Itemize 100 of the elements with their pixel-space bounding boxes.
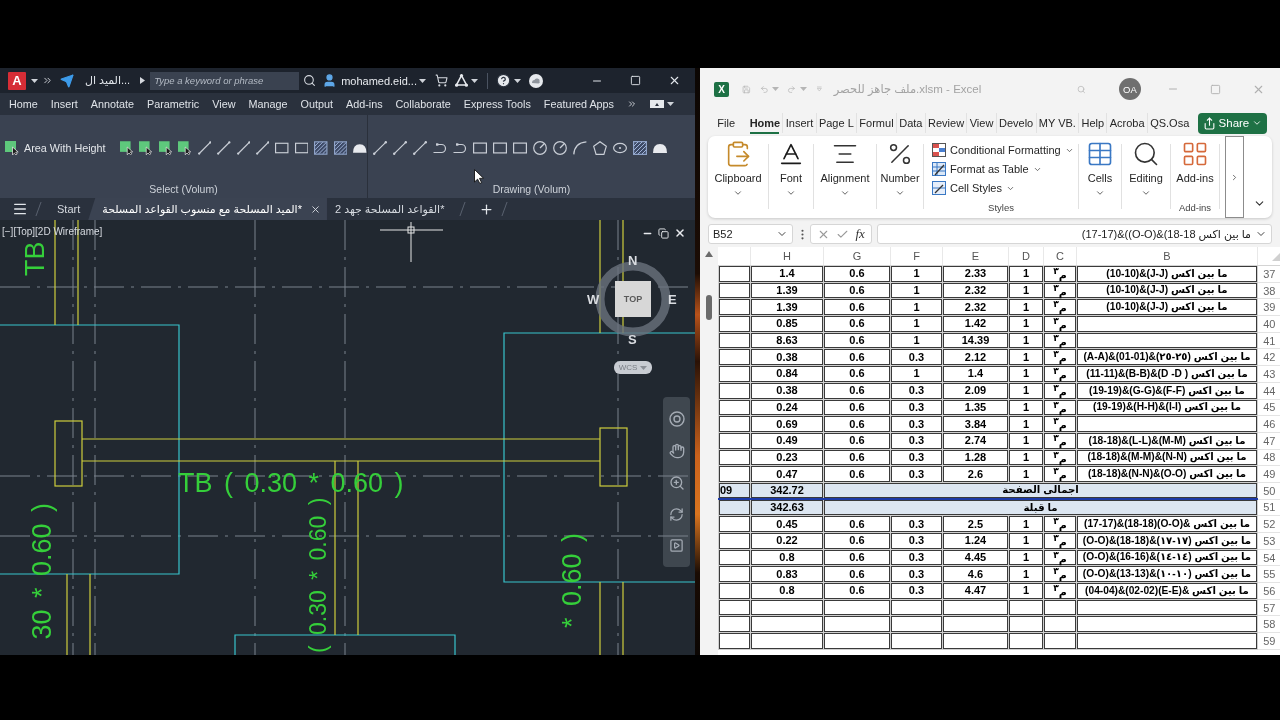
- ribbon-tab[interactable]: Output: [300, 98, 333, 110]
- line-icon[interactable]: [413, 140, 427, 155]
- ribbon-tab[interactable]: Develo: [995, 113, 1036, 133]
- square-cursor-icon[interactable]: [119, 140, 134, 155]
- ribbon-tab[interactable]: Featured Apps: [543, 98, 614, 110]
- double-chevron-icon[interactable]: [627, 99, 637, 109]
- square-cursor-icon[interactable]: [5, 140, 19, 155]
- ribbon-tab[interactable]: Add-ins: [345, 98, 383, 110]
- pan-icon[interactable]: [668, 443, 685, 459]
- viewcube-face[interactable]: TOP: [615, 281, 651, 317]
- caret-icon[interactable]: [418, 78, 426, 83]
- scrollbar-thumb[interactable]: [706, 295, 712, 320]
- circle-icon[interactable]: [533, 140, 547, 155]
- compass-letter[interactable]: E: [668, 293, 677, 306]
- line-icon[interactable]: [197, 140, 212, 155]
- add-ins-button[interactable]: Add-ins: [1171, 140, 1219, 184]
- zoom-icon[interactable]: [668, 475, 685, 491]
- ribbon-tab[interactable]: File: [715, 113, 738, 133]
- rectangle-icon[interactable]: [275, 140, 289, 155]
- hatch-icon[interactable]: [314, 140, 328, 155]
- document-tab[interactable]: القواعد المسلحة جهد 2*: [326, 198, 453, 220]
- area-with-height-button[interactable]: Area With Height: [5, 140, 106, 155]
- share-button[interactable]: Share: [1197, 112, 1268, 134]
- scroll-up-icon[interactable]: [705, 251, 713, 257]
- arrow-right-icon[interactable]: [140, 77, 146, 84]
- arc-icon[interactable]: [573, 140, 587, 155]
- ribbon-tab[interactable]: Insert: [782, 113, 816, 133]
- insert-function-button[interactable]: fx: [855, 226, 865, 242]
- ribbon-tab[interactable]: MY VB.: [1035, 113, 1079, 133]
- format-as-table-button[interactable]: Format as Table: [932, 162, 1078, 176]
- ribbon-tab[interactable]: Home: [747, 113, 783, 133]
- conditional-formatting-button[interactable]: Conditional Formatting: [932, 143, 1078, 157]
- name-box[interactable]: B52: [708, 224, 793, 244]
- rectangle-icon[interactable]: [493, 140, 507, 155]
- alignment-button[interactable]: Alignment: [814, 140, 876, 198]
- number-button[interactable]: Number: [877, 140, 923, 198]
- square-cursor-icon[interactable]: [139, 140, 153, 155]
- ribbon-tab[interactable]: Review: [924, 113, 967, 133]
- double-chevron-icon[interactable]: [42, 75, 53, 86]
- ribbon-tab[interactable]: Express Tools: [463, 98, 531, 110]
- compass-letter[interactable]: S: [628, 333, 637, 346]
- rectangle-icon[interactable]: [473, 140, 487, 155]
- ribbon-scroll-button[interactable]: [1225, 136, 1244, 218]
- account-avatar[interactable]: OA: [1118, 78, 1141, 100]
- line-icon[interactable]: [236, 140, 250, 155]
- ribbon-tab[interactable]: Home: [9, 98, 38, 110]
- circle-icon[interactable]: [553, 140, 567, 155]
- line-icon[interactable]: [373, 140, 387, 155]
- line-icon[interactable]: [217, 140, 231, 155]
- editing-button[interactable]: Editing: [1122, 140, 1170, 198]
- square-cursor-icon[interactable]: [178, 140, 192, 155]
- compass-letter[interactable]: W: [587, 293, 600, 306]
- user-name[interactable]: mohamed.eid...: [341, 74, 417, 87]
- ribbon-tab[interactable]: View: [212, 98, 236, 110]
- square-cursor-icon[interactable]: [158, 140, 173, 155]
- rectangle-icon[interactable]: [294, 140, 309, 155]
- column-header[interactable]: D: [1008, 247, 1044, 266]
- clipboard-button[interactable]: Clipboard: [708, 140, 768, 198]
- caret-icon[interactable]: [513, 78, 521, 83]
- cloud-icon[interactable]: [528, 73, 543, 88]
- add-icon[interactable]: [479, 201, 495, 217]
- user-icon[interactable]: [322, 73, 338, 88]
- ellipse-icon[interactable]: [613, 140, 627, 155]
- search-icon[interactable]: [303, 74, 317, 87]
- restore-icon[interactable]: [658, 227, 669, 239]
- start-tab[interactable]: Start: [49, 198, 89, 220]
- line-icon[interactable]: [393, 140, 407, 155]
- excel-logo[interactable]: X: [714, 81, 729, 97]
- column-header[interactable]: G: [823, 247, 891, 266]
- ribbon-tab[interactable]: Annotate: [90, 98, 135, 110]
- play-icon[interactable]: [669, 538, 684, 553]
- hook-line-icon[interactable]: [433, 140, 447, 155]
- column-header[interactable]: E: [942, 247, 1009, 266]
- rectangle-icon[interactable]: [513, 140, 527, 155]
- ribbon-tab[interactable]: Formul: [856, 113, 896, 133]
- cart-icon[interactable]: [434, 74, 448, 87]
- help-icon[interactable]: [495, 73, 511, 88]
- ribbon-tab[interactable]: Data: [895, 113, 925, 133]
- compass-letter[interactable]: N: [628, 254, 638, 267]
- menu-icon[interactable]: [12, 201, 28, 217]
- column-header[interactable]: H: [750, 247, 824, 266]
- cell-styles-button[interactable]: Cell Styles: [932, 181, 1078, 195]
- caret-icon[interactable]: [470, 78, 478, 83]
- caret-icon[interactable]: [667, 102, 674, 106]
- column-header[interactable]: F: [890, 247, 943, 266]
- document-tab[interactable]: الميد المسلحة مع منسوب القواعد المسلحة*: [88, 198, 327, 220]
- caret-icon[interactable]: [31, 78, 38, 83]
- close-icon[interactable]: [674, 227, 686, 239]
- hook-line-icon[interactable]: [453, 140, 467, 155]
- hatch-icon[interactable]: [333, 140, 348, 155]
- ribbon-tab[interactable]: View: [966, 113, 996, 133]
- ribbon-tab[interactable]: Manage: [248, 98, 288, 110]
- ribbon-tab[interactable]: Help: [1078, 113, 1107, 133]
- line-icon[interactable]: [256, 140, 270, 155]
- close-icon[interactable]: [309, 203, 321, 215]
- ribbon-tab[interactable]: Acroba: [1106, 113, 1147, 133]
- formula-field[interactable]: ما بين اكس 18-18)&(O-O))&(17-17): [877, 224, 1272, 244]
- steering-wheel-icon[interactable]: [668, 411, 685, 427]
- ribbon-tab[interactable]: Insert: [50, 98, 78, 110]
- ribbon-tab[interactable]: Collaborate: [395, 98, 451, 110]
